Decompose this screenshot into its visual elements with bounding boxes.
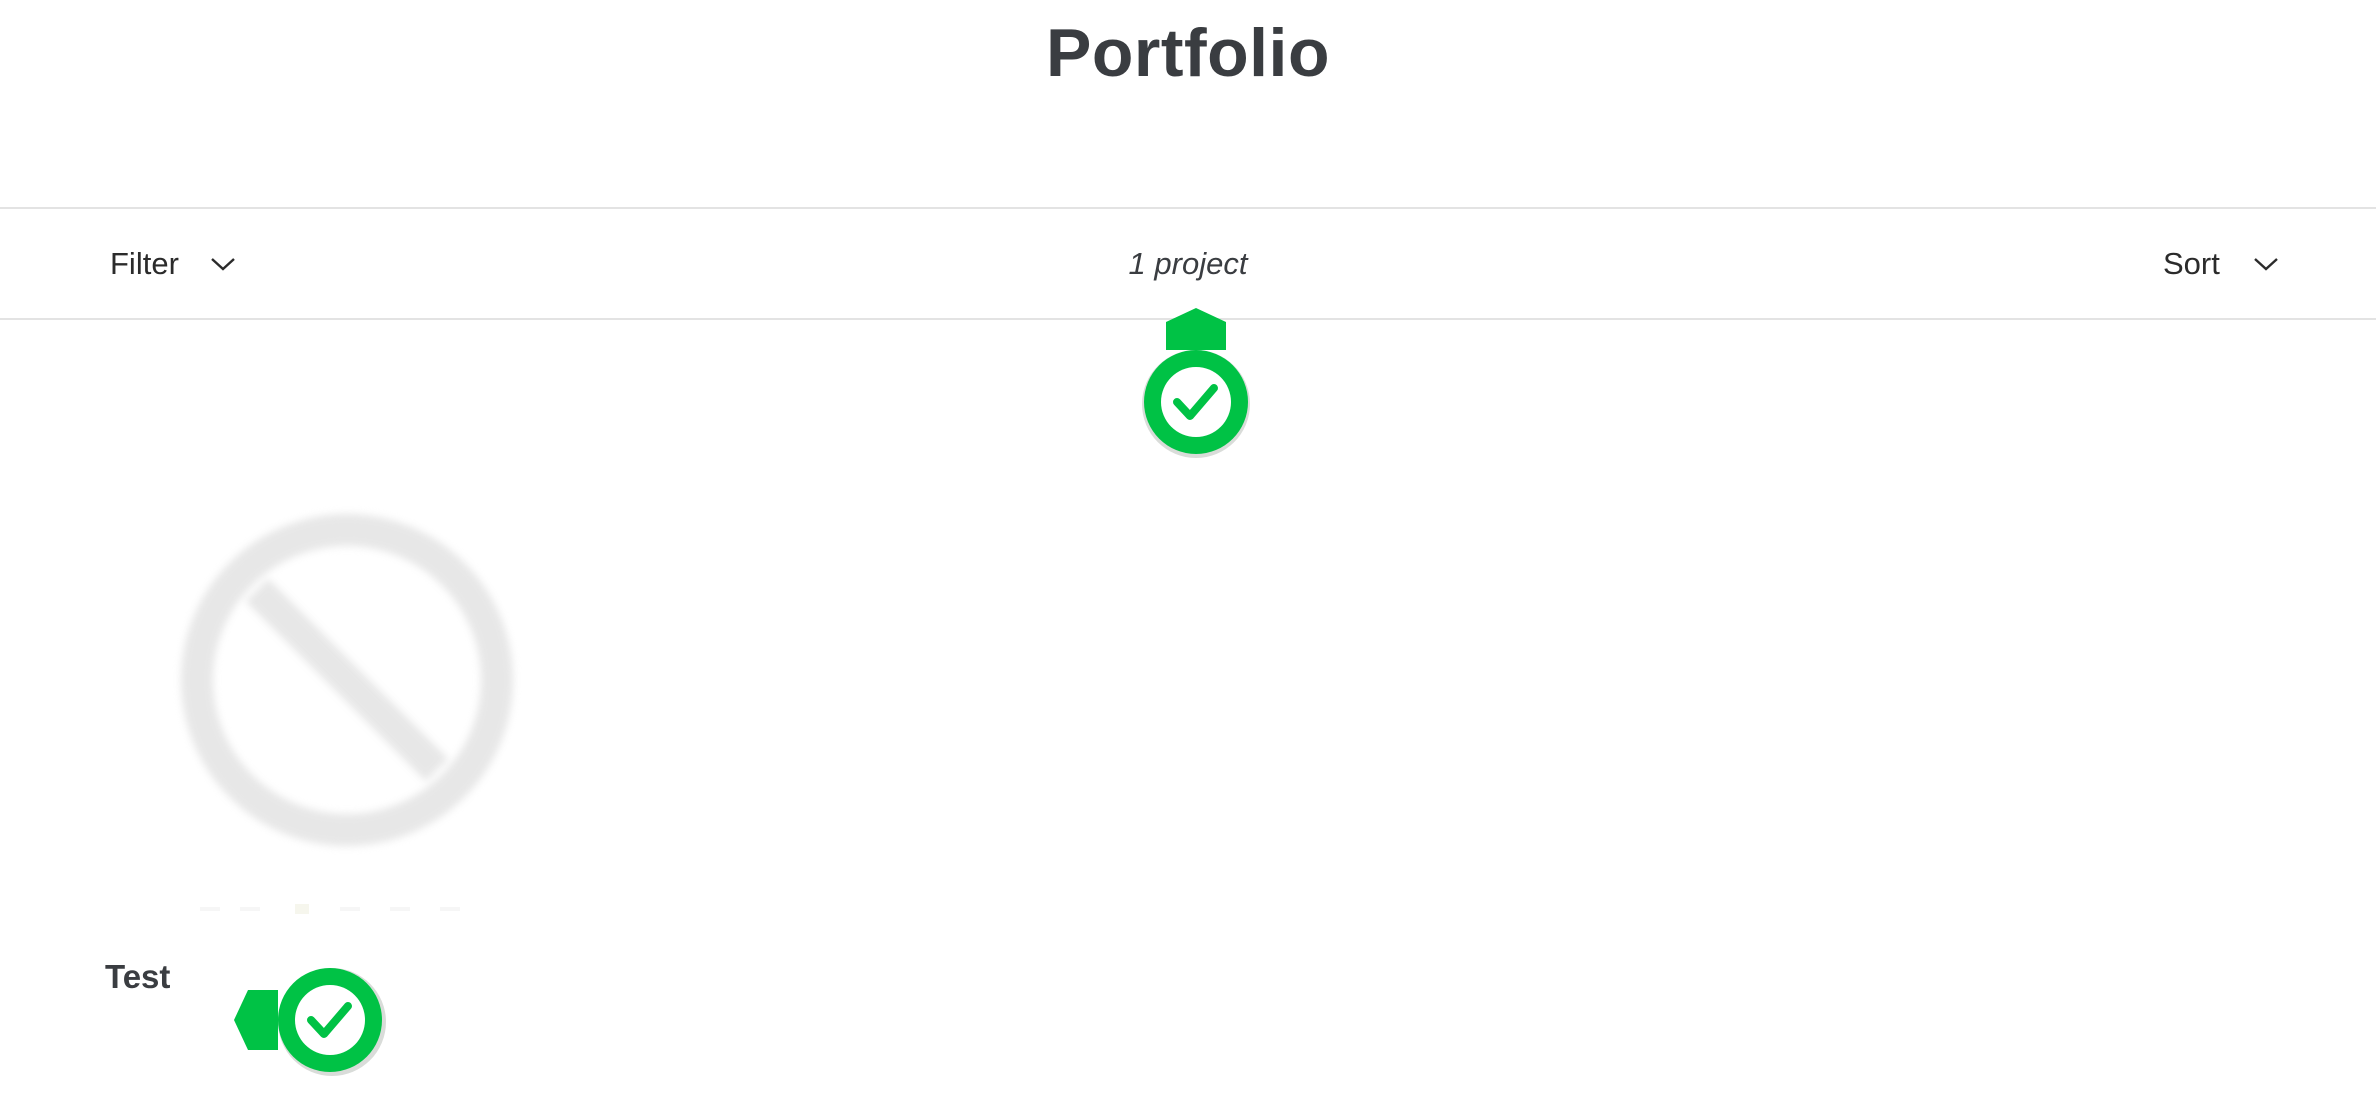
check-circle-icon	[1142, 308, 1250, 458]
portfolio-page: Portfolio Filter 1 project Sort Test	[0, 0, 2376, 1114]
sort-label: Sort	[2163, 245, 2220, 281]
image-dots-decoration	[200, 904, 460, 914]
project-count: 1 project	[1128, 246, 1248, 281]
sort-dropdown[interactable]: Sort	[2163, 209, 2280, 318]
no-image-placeholder-icon	[181, 514, 513, 846]
chevron-down-icon	[2252, 255, 2280, 273]
check-circle-icon	[234, 968, 386, 1076]
verified-badge-left[interactable]	[230, 962, 390, 1078]
project-title-link[interactable]: Test	[105, 958, 170, 996]
verified-badge-top[interactable]	[1138, 304, 1254, 460]
project-card[interactable]: Test	[105, 480, 605, 995]
page-title: Portfolio	[1045, 15, 1330, 91]
